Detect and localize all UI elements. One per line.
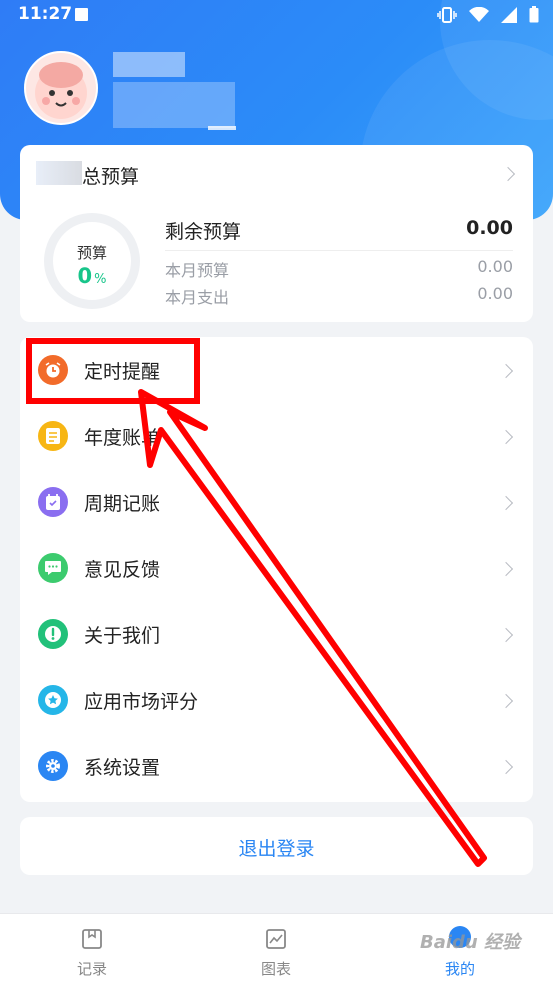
bill-icon (38, 421, 68, 451)
budget-percent-value: 0 (77, 264, 93, 288)
tab-label: 我的 (444, 960, 475, 978)
month-budget-label: 本月预算 (165, 261, 230, 280)
menu-item-periodic-record[interactable]: 周期记账 (20, 469, 533, 535)
budget-title-blur (36, 161, 82, 185)
menu-label: 意见反馈 (84, 559, 161, 581)
chat-bubble-icon (38, 553, 68, 583)
menu-item-app-rating[interactable]: 应用市场评分 (20, 667, 533, 733)
menu-label: 周期记账 (84, 493, 161, 515)
chevron-right-icon (498, 759, 514, 775)
tab-record[interactable]: 记录 (0, 914, 184, 985)
menu-label: 关于我们 (84, 625, 161, 647)
notification-icon (75, 8, 88, 21)
logout-button[interactable]: 退出登录 (20, 817, 533, 875)
star-icon (38, 685, 68, 715)
record-book-icon (82, 929, 102, 949)
menu-label: 系统设置 (84, 757, 161, 779)
month-expense-value: 0.00 (477, 284, 513, 303)
divider (165, 250, 513, 251)
gear-icon (38, 751, 68, 781)
chevron-right-icon (498, 429, 514, 445)
userid-blur (113, 82, 235, 128)
remaining-budget-label: 剩余预算 (165, 221, 242, 243)
tab-label: 图表 (260, 960, 291, 978)
menu-label: 应用市场评分 (84, 691, 199, 713)
tab-label: 记录 (76, 960, 107, 978)
remaining-budget-value: 0.00 (466, 217, 513, 239)
menu-item-feedback[interactable]: 意见反馈 (20, 535, 533, 601)
signal-icon (501, 6, 517, 23)
chevron-right-icon (498, 363, 514, 379)
chevron-right-icon (498, 561, 514, 577)
chart-icon (266, 929, 286, 949)
battery-icon (529, 6, 539, 23)
status-time: 11:27 (18, 4, 73, 24)
budget-title: 总预算 (82, 166, 140, 188)
vibrate-icon (437, 6, 457, 23)
calendar-icon (38, 487, 68, 517)
budget-percent-sign: % (94, 272, 107, 287)
logout-label: 退出登录 (238, 838, 315, 860)
menu-label: 年度账单 (84, 427, 161, 449)
budget-card[interactable]: 总预算 预算 0% 剩余预算 0.00 本月预算 0.00 本月支出 0.00 (20, 145, 533, 322)
username-blur (113, 52, 185, 77)
highlight-box (26, 338, 200, 404)
chevron-right-icon (498, 627, 514, 643)
wifi-icon (469, 6, 489, 22)
menu-item-system-settings[interactable]: 系统设置 (20, 733, 533, 799)
avatar[interactable] (24, 51, 98, 125)
chevron-right-icon (498, 693, 514, 709)
info-icon (38, 619, 68, 649)
chevron-right-icon (498, 495, 514, 511)
menu-item-annual-bill[interactable]: 年度账单 (20, 403, 533, 469)
userid-dash (208, 126, 236, 130)
tab-chart[interactable]: 图表 (184, 914, 368, 985)
budget-ring: 预算 0% (44, 213, 140, 309)
month-budget-value: 0.00 (477, 257, 513, 276)
menu-item-about-us[interactable]: 关于我们 (20, 601, 533, 667)
menu-card: 定时提醒 年度账单 周期记账 意见反馈 关于我们 应用市场评分 系统设置 (20, 337, 533, 802)
watermark: Baidu 经验 (420, 932, 521, 953)
status-bar: 11:27 (0, 0, 553, 30)
avatar-character-icon (35, 62, 87, 119)
budget-percent: 0% (53, 264, 131, 288)
chevron-right-icon (500, 166, 516, 182)
month-expense-label: 本月支出 (165, 288, 230, 307)
ring-label: 预算 (76, 244, 107, 262)
